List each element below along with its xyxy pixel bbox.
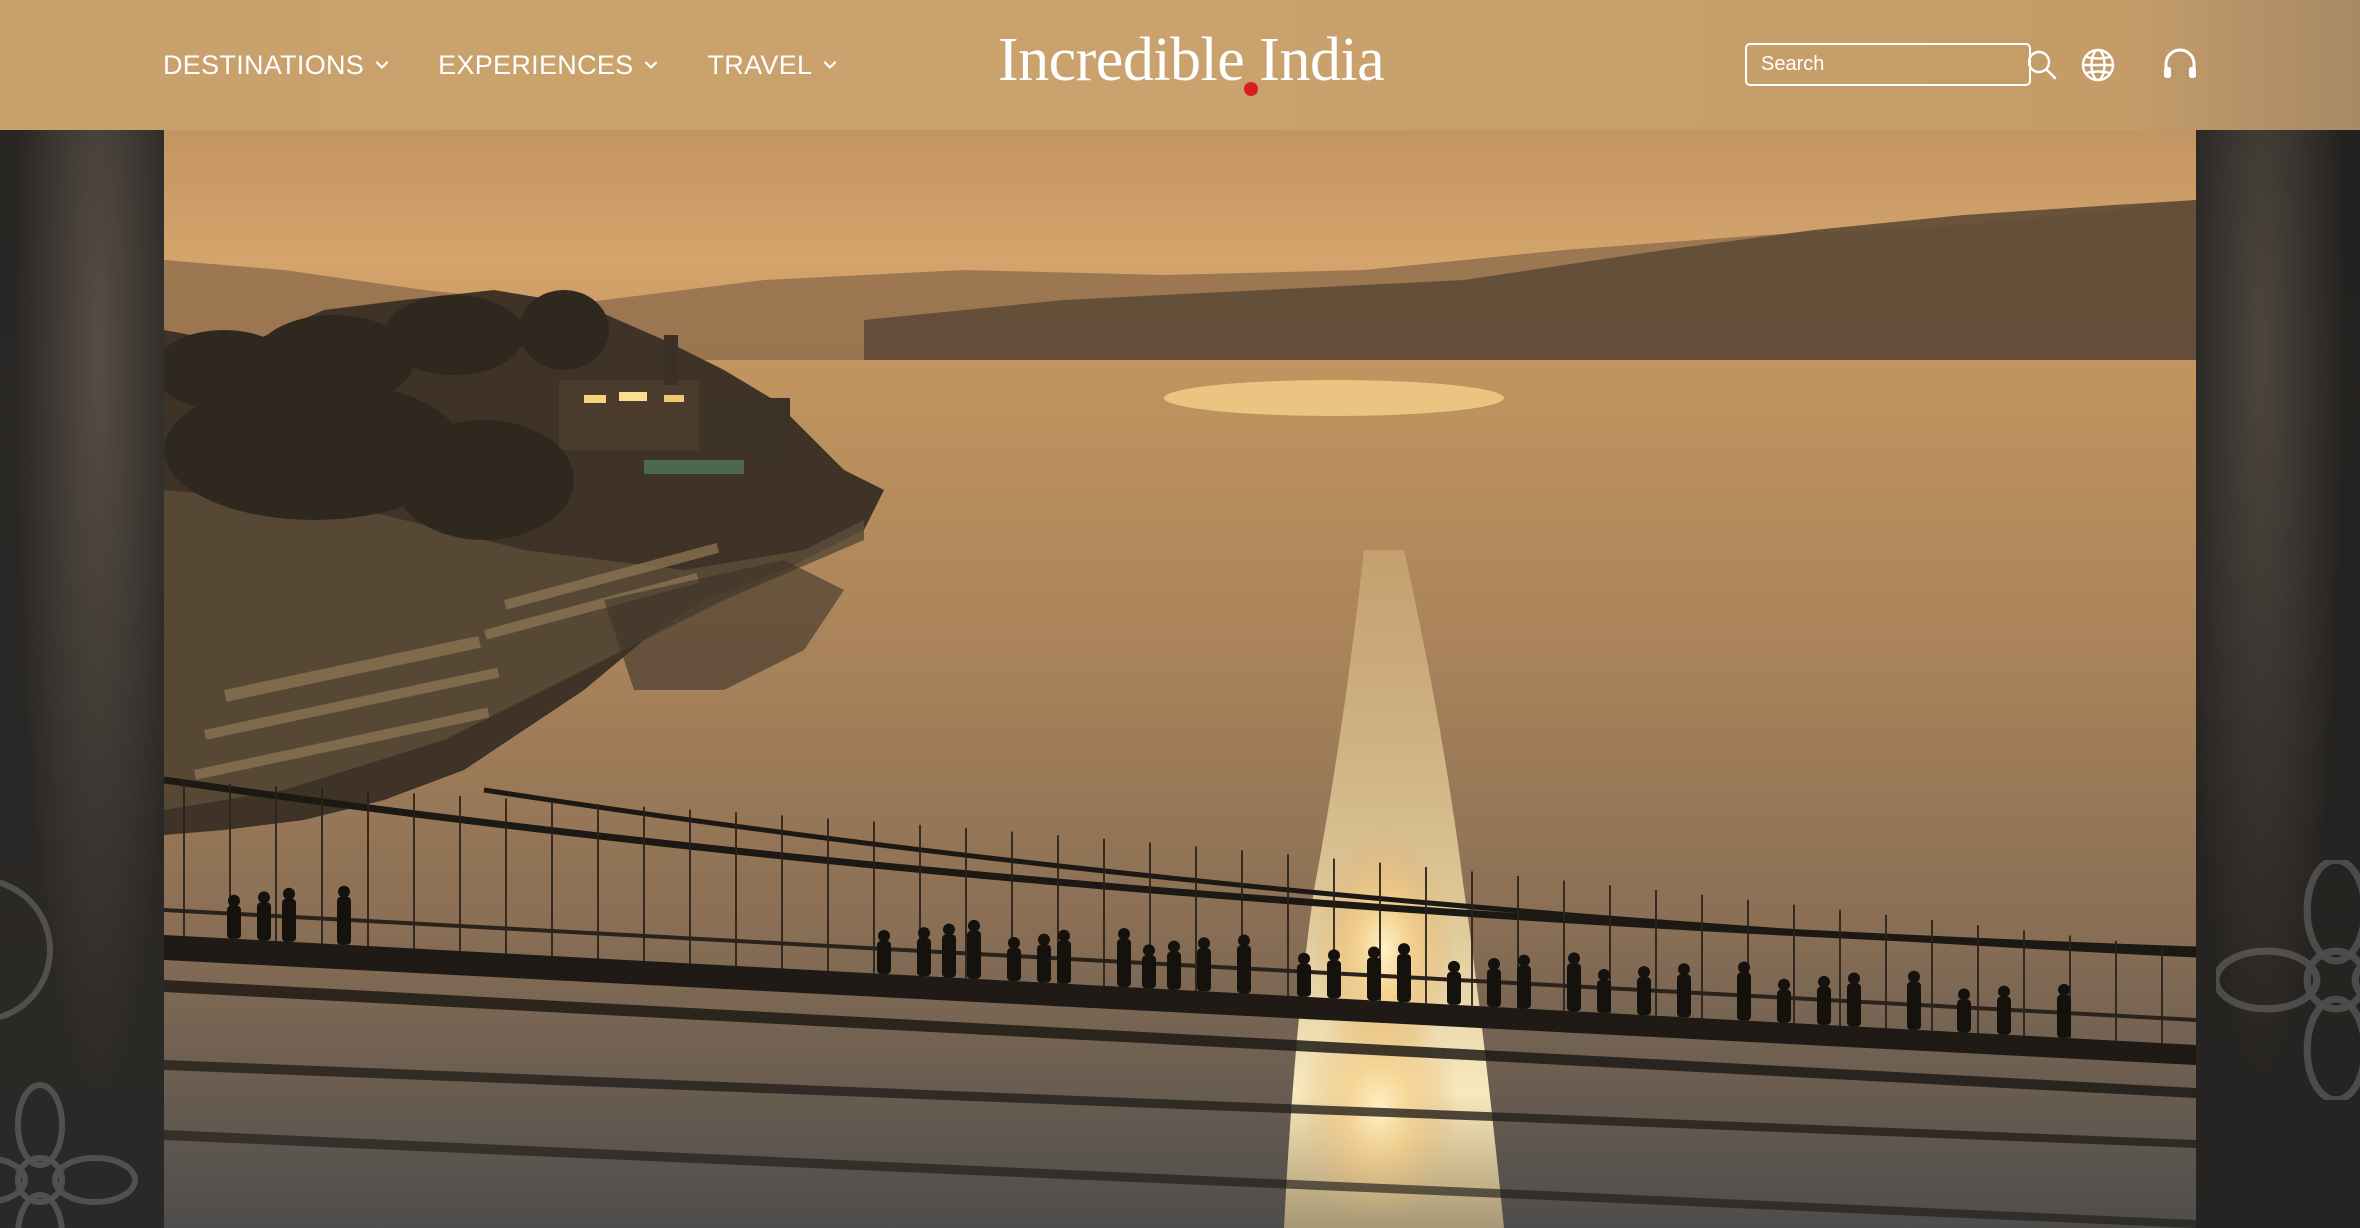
pedestrian-silhouette xyxy=(1737,961,1751,1021)
pedestrian-silhouette xyxy=(1907,970,1921,1030)
nav-travel[interactable]: TRAVEL xyxy=(707,50,838,81)
pedestrian-silhouette xyxy=(1237,934,1251,994)
pedestrian-silhouette xyxy=(1007,937,1021,982)
pedestrian-silhouette xyxy=(1847,972,1861,1027)
pedestrian-silhouette xyxy=(1297,952,1311,997)
pedestrian-silhouette xyxy=(1567,952,1581,1012)
pedestrian-silhouette xyxy=(1057,929,1071,984)
pedestrian-silhouette xyxy=(1117,927,1131,987)
pedestrian-silhouette xyxy=(1997,985,2011,1035)
pedestrian-silhouette xyxy=(1957,988,1971,1033)
pedestrian-silhouette xyxy=(1367,946,1381,1001)
pedestrian-silhouette xyxy=(282,887,296,942)
pedestrian-silhouette xyxy=(1777,978,1791,1023)
site-header: DESTINATIONS EXPERIENCES TRAVEL Incredib… xyxy=(0,0,2360,130)
logo-text: Incredible India xyxy=(998,26,1385,94)
flower-decoration-icon xyxy=(2216,860,2360,1100)
pedestrian-silhouette xyxy=(1677,963,1691,1018)
pedestrian-silhouette xyxy=(942,923,956,978)
hero-image xyxy=(164,130,2196,1228)
pedestrian-silhouette xyxy=(1597,968,1611,1013)
nav-experiences[interactable]: EXPERIENCES xyxy=(438,50,659,81)
search-box xyxy=(1745,43,2057,86)
logo-dot xyxy=(1244,82,1258,96)
flower-decoration-icon xyxy=(0,1082,138,1228)
pedestrian-silhouette xyxy=(877,929,891,974)
pedestrian-silhouette xyxy=(1487,957,1501,1007)
site-logo[interactable]: Incredible India xyxy=(998,20,1385,104)
river-bridge-scene xyxy=(164,130,2196,1228)
search-input[interactable] xyxy=(1747,45,2026,84)
page: DESTINATIONS EXPERIENCES TRAVEL Incredib… xyxy=(0,0,2360,1228)
pedestrian-silhouette xyxy=(1637,966,1651,1016)
pedestrian-silhouette xyxy=(1817,975,1831,1025)
pedestrian-silhouette xyxy=(1037,933,1051,983)
nav-destinations[interactable]: DESTINATIONS xyxy=(163,50,390,81)
pedestrian-silhouette xyxy=(1327,949,1341,999)
chevron-down-icon xyxy=(376,61,389,69)
nav-label: TRAVEL xyxy=(707,49,813,80)
pedestrian-silhouette xyxy=(1167,940,1181,990)
search-icon[interactable] xyxy=(2026,48,2058,82)
pedestrian-silhouette xyxy=(967,919,981,979)
pedestrian-silhouette xyxy=(1397,943,1411,1003)
pedestrian-silhouette xyxy=(1517,954,1531,1009)
pedestrian-silhouette xyxy=(1142,944,1156,989)
pedestrian-silhouette xyxy=(227,894,241,939)
flower-decoration-icon xyxy=(0,879,53,1021)
pedestrian-silhouette xyxy=(257,891,271,941)
nav-label: DESTINATIONS xyxy=(163,49,365,80)
main-nav: DESTINATIONS EXPERIENCES TRAVEL xyxy=(163,0,838,130)
pedestrian-silhouette xyxy=(337,885,351,945)
chevron-down-icon xyxy=(645,61,658,69)
chevron-down-icon xyxy=(824,61,837,69)
headset-icon[interactable] xyxy=(2161,46,2199,84)
globe-icon[interactable] xyxy=(2079,46,2117,84)
nav-label: EXPERIENCES xyxy=(438,49,634,80)
pedestrian-silhouette xyxy=(1197,937,1211,992)
pedestrian-silhouette xyxy=(1447,960,1461,1005)
left-backdrop xyxy=(0,130,164,1228)
pedestrian-silhouette xyxy=(917,927,931,977)
right-backdrop xyxy=(2196,130,2360,1228)
pedestrian-silhouette xyxy=(2057,983,2071,1038)
